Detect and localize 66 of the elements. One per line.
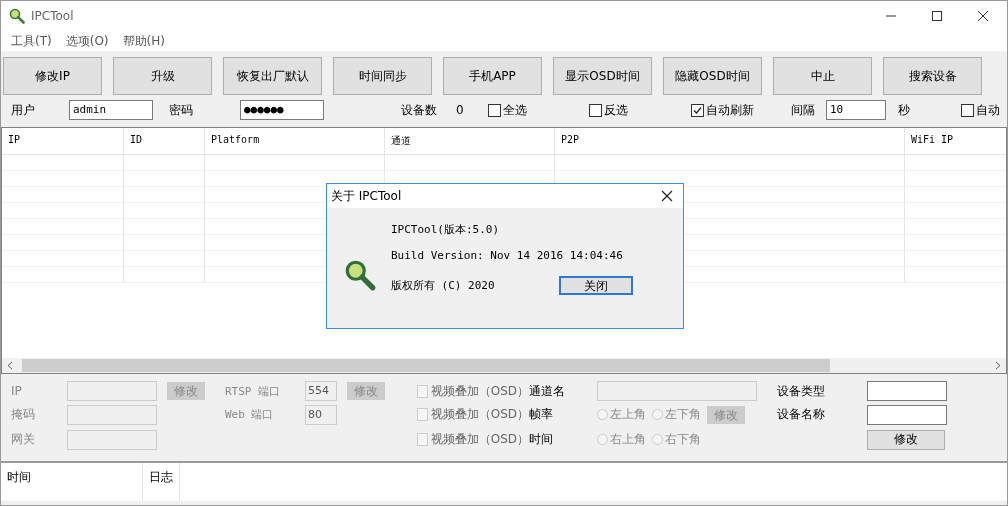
device-name-label: 设备名称 <box>777 406 826 423</box>
password-label: 密码 <box>169 101 193 119</box>
osd-checkbox[interactable]: 视频叠加（OSD） <box>417 382 529 400</box>
close-icon[interactable] <box>977 10 989 22</box>
osd-label: 通道名 <box>529 382 566 400</box>
interval-field[interactable]: 10 <box>826 100 886 120</box>
column-header[interactable]: 通道 <box>385 128 555 154</box>
toolbar-button[interactable]: 时间同步 <box>333 57 432 95</box>
column-header[interactable]: Platform <box>205 128 385 154</box>
checkbox[interactable]: 自动刷新 <box>691 101 754 119</box>
checkbox[interactable]: 反选 <box>589 101 628 119</box>
column-header[interactable]: WiFi IP <box>905 128 1006 154</box>
device-count: 0 <box>456 103 464 117</box>
column-header[interactable]: 日志 <box>143 463 180 501</box>
osd-checkbox[interactable]: 视频叠加（OSD） <box>417 406 529 423</box>
device-type-label: 设备类型 <box>777 382 826 400</box>
port-label: Web 端口 <box>225 407 275 422</box>
toolbar-button[interactable]: 升级 <box>113 57 212 95</box>
device-name-field[interactable] <box>867 404 947 425</box>
dialog-title: 关于 IPCTool <box>331 187 402 205</box>
column-header[interactable]: IP <box>2 128 124 154</box>
checkbox-icon[interactable] <box>589 103 602 117</box>
modify-button[interactable]: 修改 <box>867 429 945 450</box>
interval-unit: 秒 <box>898 101 910 119</box>
checkbox-icon[interactable] <box>691 103 704 117</box>
checkbox[interactable]: 自动 <box>961 101 1000 119</box>
menu-item[interactable]: 选项(O) <box>65 32 109 50</box>
checkbox-icon[interactable] <box>488 103 501 117</box>
interval-label: 间隔 <box>791 101 815 119</box>
toolbar-button[interactable]: 恢复出厂默认 <box>223 57 322 95</box>
toolbar-button[interactable]: 隐藏OSD时间 <box>663 57 762 95</box>
toolbar-button[interactable]: 修改IP <box>3 57 102 95</box>
close-icon[interactable] <box>661 190 673 202</box>
checkbox-icon[interactable] <box>961 103 974 117</box>
toolbar-button[interactable]: 搜索设备 <box>883 57 982 95</box>
close-button[interactable]: 关闭 <box>558 276 633 295</box>
toolbar-button[interactable]: 显示OSD时间 <box>553 57 652 95</box>
column-header[interactable]: 时间 <box>1 463 143 501</box>
network-label: 网关 <box>11 431 36 448</box>
magnifier-icon <box>9 8 25 24</box>
channel-name-field[interactable] <box>597 381 757 401</box>
copyright-text: 版权所有 (C) 2020 <box>391 278 495 293</box>
build-version-text: Build Version: Nov 14 2016 14:04:46 <box>391 249 624 262</box>
column-header[interactable]: ID <box>124 128 205 154</box>
user-label: 用户 <box>11 101 35 119</box>
window-title: IPCTool <box>31 9 74 23</box>
toolbar-button[interactable]: 中止 <box>773 57 872 95</box>
menu-item[interactable]: 帮助(H) <box>122 32 165 50</box>
magnifier-icon <box>343 258 377 292</box>
osd-label: 时间 <box>529 431 554 448</box>
toolbar-button[interactable]: 手机APP <box>443 57 542 95</box>
network-label: 掩码 <box>11 406 36 423</box>
column-header[interactable]: P2P <box>555 128 905 154</box>
checkbox[interactable]: 全选 <box>488 101 527 119</box>
maximize-icon[interactable] <box>931 10 943 22</box>
device-type-field[interactable] <box>867 381 947 401</box>
osd-label: 帧率 <box>529 406 554 423</box>
user-field[interactable]: admin <box>69 100 153 120</box>
horizontal-scrollbar[interactable] <box>2 358 1006 373</box>
menu-item[interactable]: 工具(T) <box>11 32 52 50</box>
device-count-label: 设备数 <box>401 101 437 119</box>
port-label: RTSP 端口 <box>225 383 282 399</box>
password-field[interactable]: ●●●●●● <box>240 100 324 120</box>
osd-checkbox[interactable]: 视频叠加（OSD） <box>417 431 529 448</box>
network-label: IP <box>11 384 23 398</box>
version-text: IPCTool(版本:5.0) <box>391 222 501 237</box>
